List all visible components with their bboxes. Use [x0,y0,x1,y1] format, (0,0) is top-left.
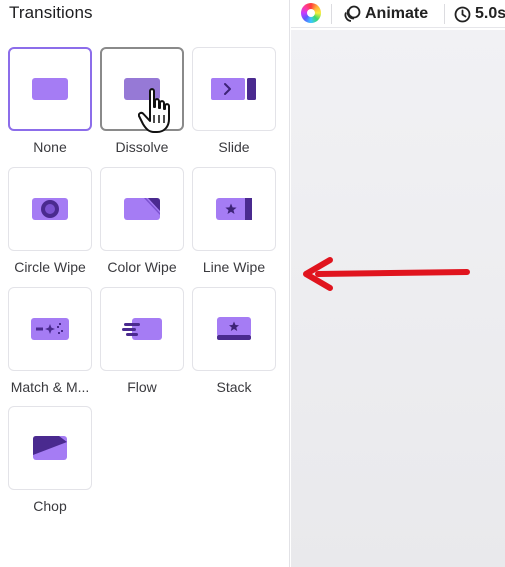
toolbar-divider [444,4,445,24]
tile-label-slide: Slide [218,139,250,155]
transition-tile-line-wipe[interactable] [192,167,276,251]
transitions-panel: Transitions None Dissolve Slide Circle W… [0,0,290,567]
tile-label-color-wipe: Color Wipe [107,259,177,275]
clock-icon [454,6,471,22]
none-transition-icon [32,78,68,100]
toolbar-divider [331,4,332,24]
tile-label-dissolve: Dissolve [115,139,169,155]
transition-tile-slide[interactable] [192,47,276,131]
tile-label-match-and-move: Match & M... [10,379,90,395]
tile-label-stack: Stack [216,379,252,395]
duration-label: 5.0s [475,5,505,22]
hand-cursor-icon [138,88,170,133]
animate-button[interactable]: Animate [343,2,428,26]
slide-transition-icon [211,78,256,100]
circle-wipe-transition-icon [32,198,68,220]
transition-tile-flow[interactable] [100,287,184,371]
line-wipe-transition-icon [216,198,252,220]
tile-label-chop: Chop [33,498,67,514]
tile-label-line-wipe: Line Wipe [202,259,266,275]
tile-label-none: None [33,139,67,155]
panel-title: Transitions [9,3,93,22]
stack-transition-icon [217,317,251,340]
color-picker-icon[interactable] [301,3,321,23]
animate-label: Animate [365,5,429,22]
transition-tile-chop[interactable] [8,406,92,490]
flow-transition-icon [122,318,162,340]
transition-tile-color-wipe[interactable] [100,167,184,251]
tile-label-flow: Flow [127,379,157,395]
tile-label-circle-wipe: Circle Wipe [14,259,86,275]
red-arrow-annotation-icon [303,257,470,291]
transition-tile-circle-wipe[interactable] [8,167,92,251]
transition-tile-match-and-move[interactable] [8,287,92,371]
transition-tile-none[interactable] [8,47,92,131]
match-and-move-transition-icon [31,318,69,340]
canvas-preview-area[interactable] [291,30,505,567]
transition-tile-stack[interactable] [192,287,276,371]
animate-icon [344,5,361,22]
chop-transition-icon [33,436,67,460]
duration-button[interactable]: 5.0s [454,2,505,26]
top-toolbar: Animate 5.0s [291,0,505,28]
color-wipe-transition-icon [124,198,160,220]
